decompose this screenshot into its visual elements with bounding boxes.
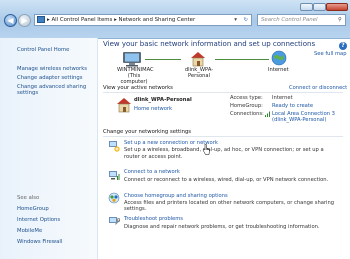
- address-bar[interactable]: ▸ All Control Panel Items ▸ Network and …: [34, 14, 252, 26]
- globe-icon: [271, 50, 287, 66]
- search-icon: ⚲: [338, 17, 342, 23]
- troubleshoot-problems-desc: Diagnose and repair network problems, or…: [124, 224, 320, 230]
- troubleshoot-icon: [108, 215, 121, 227]
- back-button[interactable]: ◀: [4, 14, 17, 27]
- change-settings-heading: Change your networking settings: [103, 129, 192, 135]
- control-panel-home-link[interactable]: Control Panel Home: [17, 47, 69, 53]
- map-network-label: dlink_WPA-Personal: [184, 67, 214, 79]
- maximize-button[interactable]: [313, 3, 326, 11]
- divider: [103, 92, 343, 93]
- back-arrow-icon: ◀: [7, 16, 14, 25]
- choose-homegroup-desc: Access files and printers located on oth…: [124, 200, 335, 212]
- house-network-icon: [116, 97, 132, 113]
- connect-to-network-desc: Connect or reconnect to a wireless, wire…: [124, 177, 329, 183]
- help-icon[interactable]: ?: [339, 42, 347, 50]
- minimize-button[interactable]: [300, 3, 313, 11]
- choose-homegroup-link[interactable]: Choose homegroup and sharing options: [124, 193, 228, 199]
- window-titlebar: ◀ ▶ ▸ All Control Panel Items ▸ Network …: [0, 0, 350, 39]
- forward-button[interactable]: ▶: [18, 14, 31, 27]
- see-also-mobileme-link[interactable]: MobileMe: [17, 228, 42, 234]
- connect-network-icon: [108, 169, 120, 181]
- see-also-heading: See also: [17, 195, 40, 201]
- manage-wireless-networks-link[interactable]: Manage wireless networks: [17, 66, 87, 72]
- see-also-homegroup-link[interactable]: HomeGroup: [17, 206, 49, 212]
- breadcrumb-separator: ▸: [47, 17, 50, 23]
- map-connector-line: [215, 59, 269, 60]
- local-area-connection-link[interactable]: Local Area Connection 3 (dlink_WPA-Perso…: [272, 111, 335, 123]
- control-panel-icon: [37, 16, 45, 23]
- connect-to-network-link[interactable]: Connect to a network: [124, 169, 180, 175]
- search-input[interactable]: Search Control Panel ⚲: [257, 14, 346, 26]
- network-type-link[interactable]: Home network: [134, 106, 172, 112]
- see-full-map-link[interactable]: See full map: [314, 51, 347, 57]
- map-connector-line: [145, 59, 181, 60]
- connect-or-disconnect-link[interactable]: Connect or disconnect: [289, 85, 347, 91]
- page-title: View your basic network information and …: [103, 40, 316, 48]
- see-also-internet-options-link[interactable]: Internet Options: [17, 217, 60, 223]
- access-type-label: Access type:: [230, 95, 263, 101]
- close-button[interactable]: [326, 3, 348, 11]
- house-network-icon: [190, 51, 206, 67]
- refresh-icon[interactable]: ↻: [243, 15, 248, 25]
- change-adapter-settings-link[interactable]: Change adapter settings: [17, 75, 83, 81]
- breadcrumb-item[interactable]: All Control Panel Items: [51, 17, 112, 23]
- see-also-windows-firewall-link[interactable]: Windows Firewall: [17, 239, 62, 245]
- change-advanced-sharing-settings-link[interactable]: Change advanced sharing settings: [17, 84, 95, 97]
- computer-subtitle: (This computer): [120, 73, 148, 85]
- chevron-down-icon[interactable]: ▾: [234, 15, 237, 25]
- new-connection-icon: [108, 140, 120, 152]
- homegroup-ready-link[interactable]: Ready to create: [272, 103, 313, 109]
- map-internet-label: Internet: [268, 67, 289, 73]
- map-computer-label: WINTMINIMAC (This computer): [117, 67, 154, 85]
- divider: [103, 136, 343, 137]
- troubleshoot-problems-link[interactable]: Troubleshoot problems: [124, 216, 183, 222]
- connection-ssid: (dlink_WPA-Personal): [272, 117, 327, 123]
- homegroup-label: HomeGroup:: [230, 103, 263, 109]
- search-placeholder: Search Control Panel: [261, 17, 318, 23]
- setup-new-connection-desc: Set up a wireless, broadband, dial-up, a…: [124, 147, 324, 160]
- active-network-name: dlink_WPA-Personal: [134, 97, 192, 103]
- breadcrumb-separator: ▸: [114, 17, 117, 23]
- access-type-value: Internet: [272, 95, 293, 101]
- homegroup-sharing-icon: [108, 192, 120, 204]
- computer-icon: [120, 51, 144, 67]
- forward-arrow-icon: ▶: [21, 16, 28, 25]
- wifi-signal-icon: [265, 111, 271, 117]
- mouse-cursor-icon: [202, 143, 210, 155]
- connections-label: Connections:: [230, 111, 264, 117]
- breadcrumb-item[interactable]: Network and Sharing Center: [119, 17, 196, 23]
- active-networks-heading: View your active networks: [103, 85, 173, 91]
